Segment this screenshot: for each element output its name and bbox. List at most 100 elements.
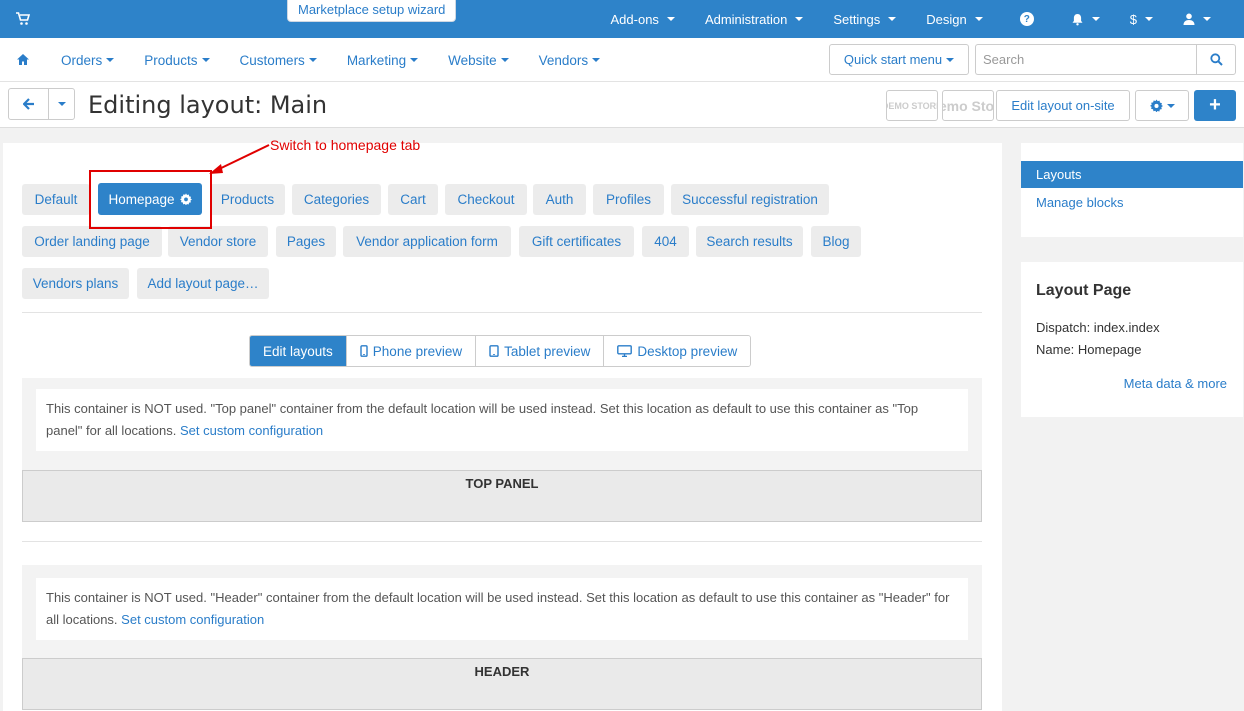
nav-label: Customers bbox=[239, 52, 305, 68]
tab-vendor-store[interactable]: Vendor store bbox=[168, 226, 268, 257]
tab-vendors-plans[interactable]: Vendors plans bbox=[22, 268, 129, 299]
top-nav-label: Add-ons bbox=[610, 11, 659, 27]
header-grid[interactable]: HEADER bbox=[22, 658, 982, 710]
storefront-demo-store-button[interactable]: DEMO STORE bbox=[886, 90, 938, 121]
back-dropdown-toggle[interactable] bbox=[49, 89, 74, 119]
chevron-down-icon bbox=[666, 17, 675, 21]
nav-label: Products bbox=[144, 52, 198, 68]
nav-marketing[interactable]: Marketing bbox=[332, 53, 433, 68]
tab-successful-registration[interactable]: Successful registration bbox=[671, 184, 829, 215]
top-nav-label: Design bbox=[926, 11, 967, 27]
layout-page-title: Layout Page bbox=[1036, 282, 1132, 299]
quick-start-menu-button[interactable]: Quick start menu bbox=[829, 44, 969, 75]
question-icon: ? bbox=[1019, 12, 1034, 26]
desktop-preview-button[interactable]: Desktop preview bbox=[603, 336, 751, 366]
tab-default[interactable]: Default bbox=[22, 184, 90, 215]
phone-preview-button[interactable]: Phone preview bbox=[345, 336, 476, 366]
nav-customers[interactable]: Customers bbox=[225, 53, 332, 68]
top-nav-administration[interactable]: Administration bbox=[690, 12, 818, 27]
set-custom-configuration-link[interactable]: Set custom configuration bbox=[121, 612, 264, 627]
nav-products[interactable]: Products bbox=[129, 53, 224, 68]
tab-search-results[interactable]: Search results bbox=[696, 226, 803, 257]
tab-products[interactable]: Products bbox=[210, 184, 285, 215]
notifications-button[interactable] bbox=[1056, 13, 1115, 26]
bell-icon bbox=[1072, 13, 1083, 25]
tab-pages[interactable]: Pages bbox=[276, 226, 336, 257]
chevron-down-icon bbox=[201, 58, 210, 62]
nav-label: Website bbox=[448, 52, 497, 68]
cart-icon[interactable] bbox=[16, 12, 30, 26]
meta-data-link[interactable]: Meta data & more bbox=[1124, 376, 1227, 391]
notice-text: This container is NOT used. "Top panel" … bbox=[46, 401, 919, 438]
container-label: HEADER bbox=[474, 664, 530, 679]
tab-order-landing-page[interactable]: Order landing page bbox=[22, 226, 162, 257]
main-menu: Orders Products Customers Marketing Webs… bbox=[46, 38, 615, 82]
sidebar-menu: Layouts Manage blocks bbox=[1021, 143, 1243, 237]
nav-website[interactable]: Website bbox=[433, 53, 524, 68]
tab-blog[interactable]: Blog bbox=[811, 226, 861, 257]
annotation-text: Switch to homepage tab bbox=[270, 137, 421, 153]
marketplace-setup-wizard-button[interactable]: Marketplace setup wizard bbox=[287, 0, 457, 22]
search-input[interactable] bbox=[975, 44, 1197, 75]
annotation-arrow bbox=[209, 144, 270, 174]
user-menu-button[interactable] bbox=[1168, 13, 1226, 25]
quick-start-label: Quick start menu bbox=[843, 52, 943, 67]
top-panel-grid[interactable]: TOP PANEL bbox=[22, 470, 982, 522]
desktop-preview-label: Desktop preview bbox=[637, 343, 738, 359]
top-nav-addons[interactable]: Add-ons bbox=[596, 12, 690, 27]
chevron-down-icon bbox=[888, 17, 897, 21]
dispatch-info: Dispatch: index.index bbox=[1036, 320, 1160, 335]
gear-icon bbox=[1149, 99, 1163, 112]
edit-layouts-label: Edit layouts bbox=[263, 343, 333, 359]
phone-icon bbox=[360, 345, 368, 357]
chevron-down-icon bbox=[1091, 17, 1100, 21]
top-nav-settings[interactable]: Settings bbox=[818, 12, 911, 27]
storefront-demo-store-button-2[interactable]: Demo Store bbox=[942, 90, 994, 121]
edit-layouts-button[interactable]: Edit layouts bbox=[250, 336, 346, 366]
tab-categories[interactable]: Categories bbox=[292, 184, 381, 215]
tab-auth[interactable]: Auth bbox=[533, 184, 586, 215]
tab-404[interactable]: 404 bbox=[642, 226, 689, 257]
chevron-down-icon bbox=[946, 57, 955, 62]
edit-layout-on-site-button[interactable]: Edit layout on-site bbox=[996, 90, 1130, 121]
page-title: Editing layout: Main bbox=[88, 91, 328, 119]
preview-mode-switch: Edit layouts Phone preview Tablet previe… bbox=[249, 335, 752, 367]
currency-selector[interactable]: $ bbox=[1115, 12, 1168, 27]
tab-profiles[interactable]: Profiles bbox=[593, 184, 664, 215]
sidebar-item-layouts[interactable]: Layouts bbox=[1021, 161, 1243, 188]
tablet-preview-button[interactable]: Tablet preview bbox=[475, 336, 604, 366]
top-panel-container: This container is NOT used. "Top panel" … bbox=[22, 378, 982, 470]
top-nav: Add-ons Administration Settings Design ?… bbox=[596, 0, 1226, 38]
settings-dropdown-button[interactable] bbox=[1135, 90, 1189, 121]
chevron-down-icon bbox=[1203, 17, 1211, 21]
main-nav: Orders Products Customers Marketing Webs… bbox=[0, 38, 1244, 82]
back-button[interactable] bbox=[9, 89, 49, 119]
top-nav-label: Settings bbox=[833, 11, 881, 27]
tab-checkout[interactable]: Checkout bbox=[445, 184, 527, 215]
chevron-down-icon bbox=[308, 58, 317, 62]
help-button[interactable]: ? bbox=[998, 12, 1056, 26]
tab-cart[interactable]: Cart bbox=[388, 184, 438, 215]
layout-page-panel: Layout Page Dispatch: index.index Name: … bbox=[1021, 262, 1243, 417]
home-icon[interactable] bbox=[16, 53, 30, 66]
top-nav-label: Administration bbox=[704, 11, 788, 27]
search-button[interactable] bbox=[1196, 44, 1236, 75]
top-nav-design[interactable]: Design bbox=[911, 12, 997, 27]
set-custom-configuration-link[interactable]: Set custom configuration bbox=[180, 423, 323, 438]
currency-label: $ bbox=[1129, 11, 1137, 27]
tablet-icon bbox=[489, 345, 499, 357]
sidebar-item-manage-blocks[interactable]: Manage blocks bbox=[1021, 189, 1243, 216]
nav-label: Orders bbox=[61, 52, 103, 68]
chevron-down-icon bbox=[1166, 103, 1175, 108]
nav-orders[interactable]: Orders bbox=[46, 53, 129, 68]
tab-gift-certificates[interactable]: Gift certificates bbox=[519, 226, 634, 257]
tablet-preview-label: Tablet preview bbox=[504, 343, 591, 359]
top-bar: Marketplace setup wizard Add-ons Adminis… bbox=[0, 0, 1244, 38]
container-notice: This container is NOT used. "Header" con… bbox=[36, 578, 968, 640]
chevron-down-icon bbox=[592, 58, 601, 62]
tab-vendor-application-form[interactable]: Vendor application form bbox=[343, 226, 511, 257]
add-button[interactable]: + bbox=[1194, 90, 1236, 121]
add-layout-page-button[interactable]: Add layout page… bbox=[137, 268, 269, 299]
plus-icon: + bbox=[1209, 94, 1221, 116]
nav-vendors[interactable]: Vendors bbox=[524, 53, 616, 68]
